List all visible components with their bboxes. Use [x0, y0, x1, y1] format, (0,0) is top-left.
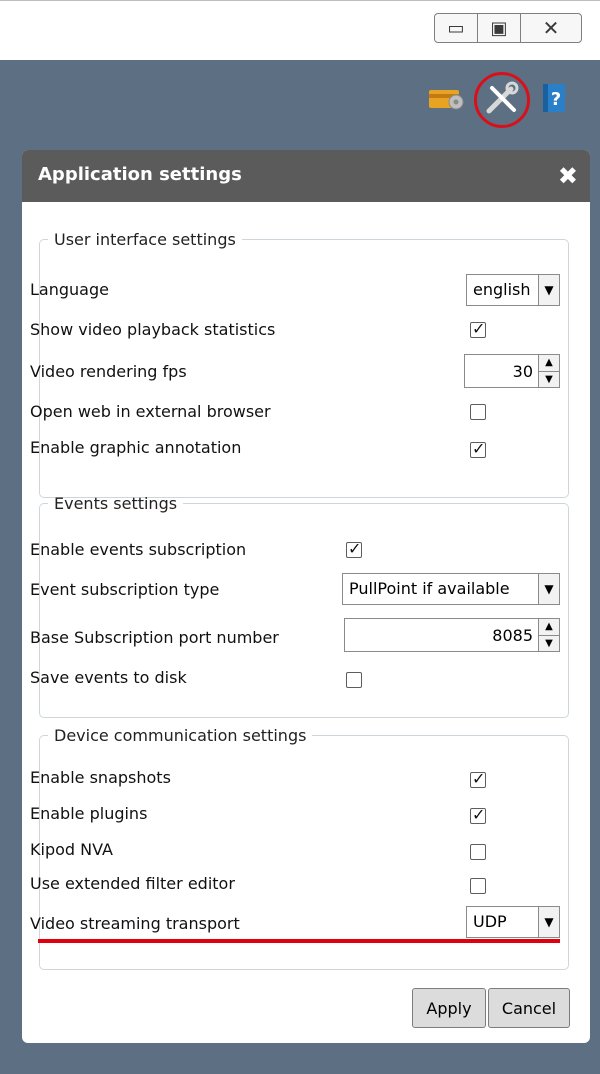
minimize-button[interactable]: ▭	[434, 13, 478, 43]
spin-down-icon[interactable]: ▼	[539, 371, 559, 387]
window-title-bar: ▭ ▣ ✕	[0, 0, 600, 61]
spin-up-icon[interactable]: ▲	[539, 619, 559, 636]
transport-highlight-underline	[38, 939, 560, 943]
dialog-title: Application settings	[38, 164, 242, 185]
graphic-annotation-checkbox[interactable]	[470, 439, 486, 458]
playback-stats-checkbox[interactable]	[470, 319, 486, 338]
language-select[interactable]: english ▼	[466, 274, 560, 306]
kipod-nva-checkbox[interactable]	[470, 844, 486, 860]
extended-filter-label: Use extended filter editor	[30, 874, 235, 893]
ui-settings-legend: User interface settings	[54, 230, 236, 249]
streaming-transport-value: UDP	[473, 912, 507, 931]
external-browser-label: Open web in external browser	[30, 402, 271, 421]
extended-filter-checkbox[interactable]	[470, 878, 486, 894]
events-subscription-label: Enable events subscription	[30, 540, 247, 559]
streaming-transport-select[interactable]: UDP ▼	[466, 906, 560, 938]
save-events-checkbox[interactable]	[346, 672, 362, 688]
subscription-type-select[interactable]: PullPoint if available ▼	[342, 573, 560, 605]
port-number-value: 8085	[492, 626, 533, 645]
events-settings-legend: Events settings	[54, 494, 178, 513]
help-book-icon[interactable]: ?	[540, 80, 570, 116]
spin-down-icon[interactable]: ▼	[539, 635, 559, 651]
port-number-spinner[interactable]: 8085 ▲ ▼	[344, 618, 560, 652]
subscription-type-label: Event subscription type	[30, 580, 220, 599]
snapshots-label: Enable snapshots	[30, 768, 171, 787]
chevron-down-icon: ▼	[538, 275, 559, 305]
maximize-icon: ▣	[490, 17, 508, 39]
card-settings-icon[interactable]	[428, 80, 466, 116]
plugins-label: Enable plugins	[30, 804, 148, 823]
streaming-transport-label: Video streaming transport	[30, 914, 240, 933]
port-number-label: Base Subscription port number	[30, 628, 279, 647]
fps-value: 30	[512, 362, 533, 381]
events-subscription-checkbox[interactable]	[346, 539, 362, 558]
save-events-label: Save events to disk	[30, 668, 187, 687]
close-window-button[interactable]: ✕	[520, 13, 582, 43]
snapshots-checkbox[interactable]	[470, 769, 486, 788]
fps-spinner[interactable]: 30 ▲ ▼	[464, 354, 560, 388]
cancel-button[interactable]: Cancel	[488, 988, 570, 1028]
tools-highlight-circle	[474, 72, 530, 128]
chevron-down-icon: ▼	[538, 907, 559, 937]
close-icon: ✕	[542, 16, 560, 40]
chevron-down-icon: ▼	[538, 574, 559, 604]
application-settings-dialog: Application settings ✖ User interface se…	[22, 150, 590, 1043]
apply-button[interactable]: Apply	[412, 988, 486, 1028]
dialog-close-icon[interactable]: ✖	[558, 163, 578, 189]
language-label: Language	[30, 280, 109, 299]
fps-label: Video rendering fps	[30, 362, 187, 381]
graphic-annotation-label: Enable graphic annotation	[30, 438, 242, 457]
subscription-type-value: PullPoint if available	[349, 579, 510, 598]
kipod-nva-label: Kipod NVA	[30, 840, 113, 859]
maximize-button[interactable]: ▣	[477, 13, 521, 43]
playback-stats-label: Show video playback statistics	[30, 320, 276, 339]
external-browser-checkbox[interactable]	[470, 404, 486, 420]
minimize-icon: ▭	[447, 17, 465, 39]
svg-text:?: ?	[551, 89, 561, 110]
device-settings-legend: Device communication settings	[54, 726, 307, 745]
language-value: english	[473, 280, 531, 299]
dialog-title-bar: Application settings ✖	[22, 150, 590, 202]
spin-up-icon[interactable]: ▲	[539, 355, 559, 372]
plugins-checkbox[interactable]	[470, 805, 486, 824]
